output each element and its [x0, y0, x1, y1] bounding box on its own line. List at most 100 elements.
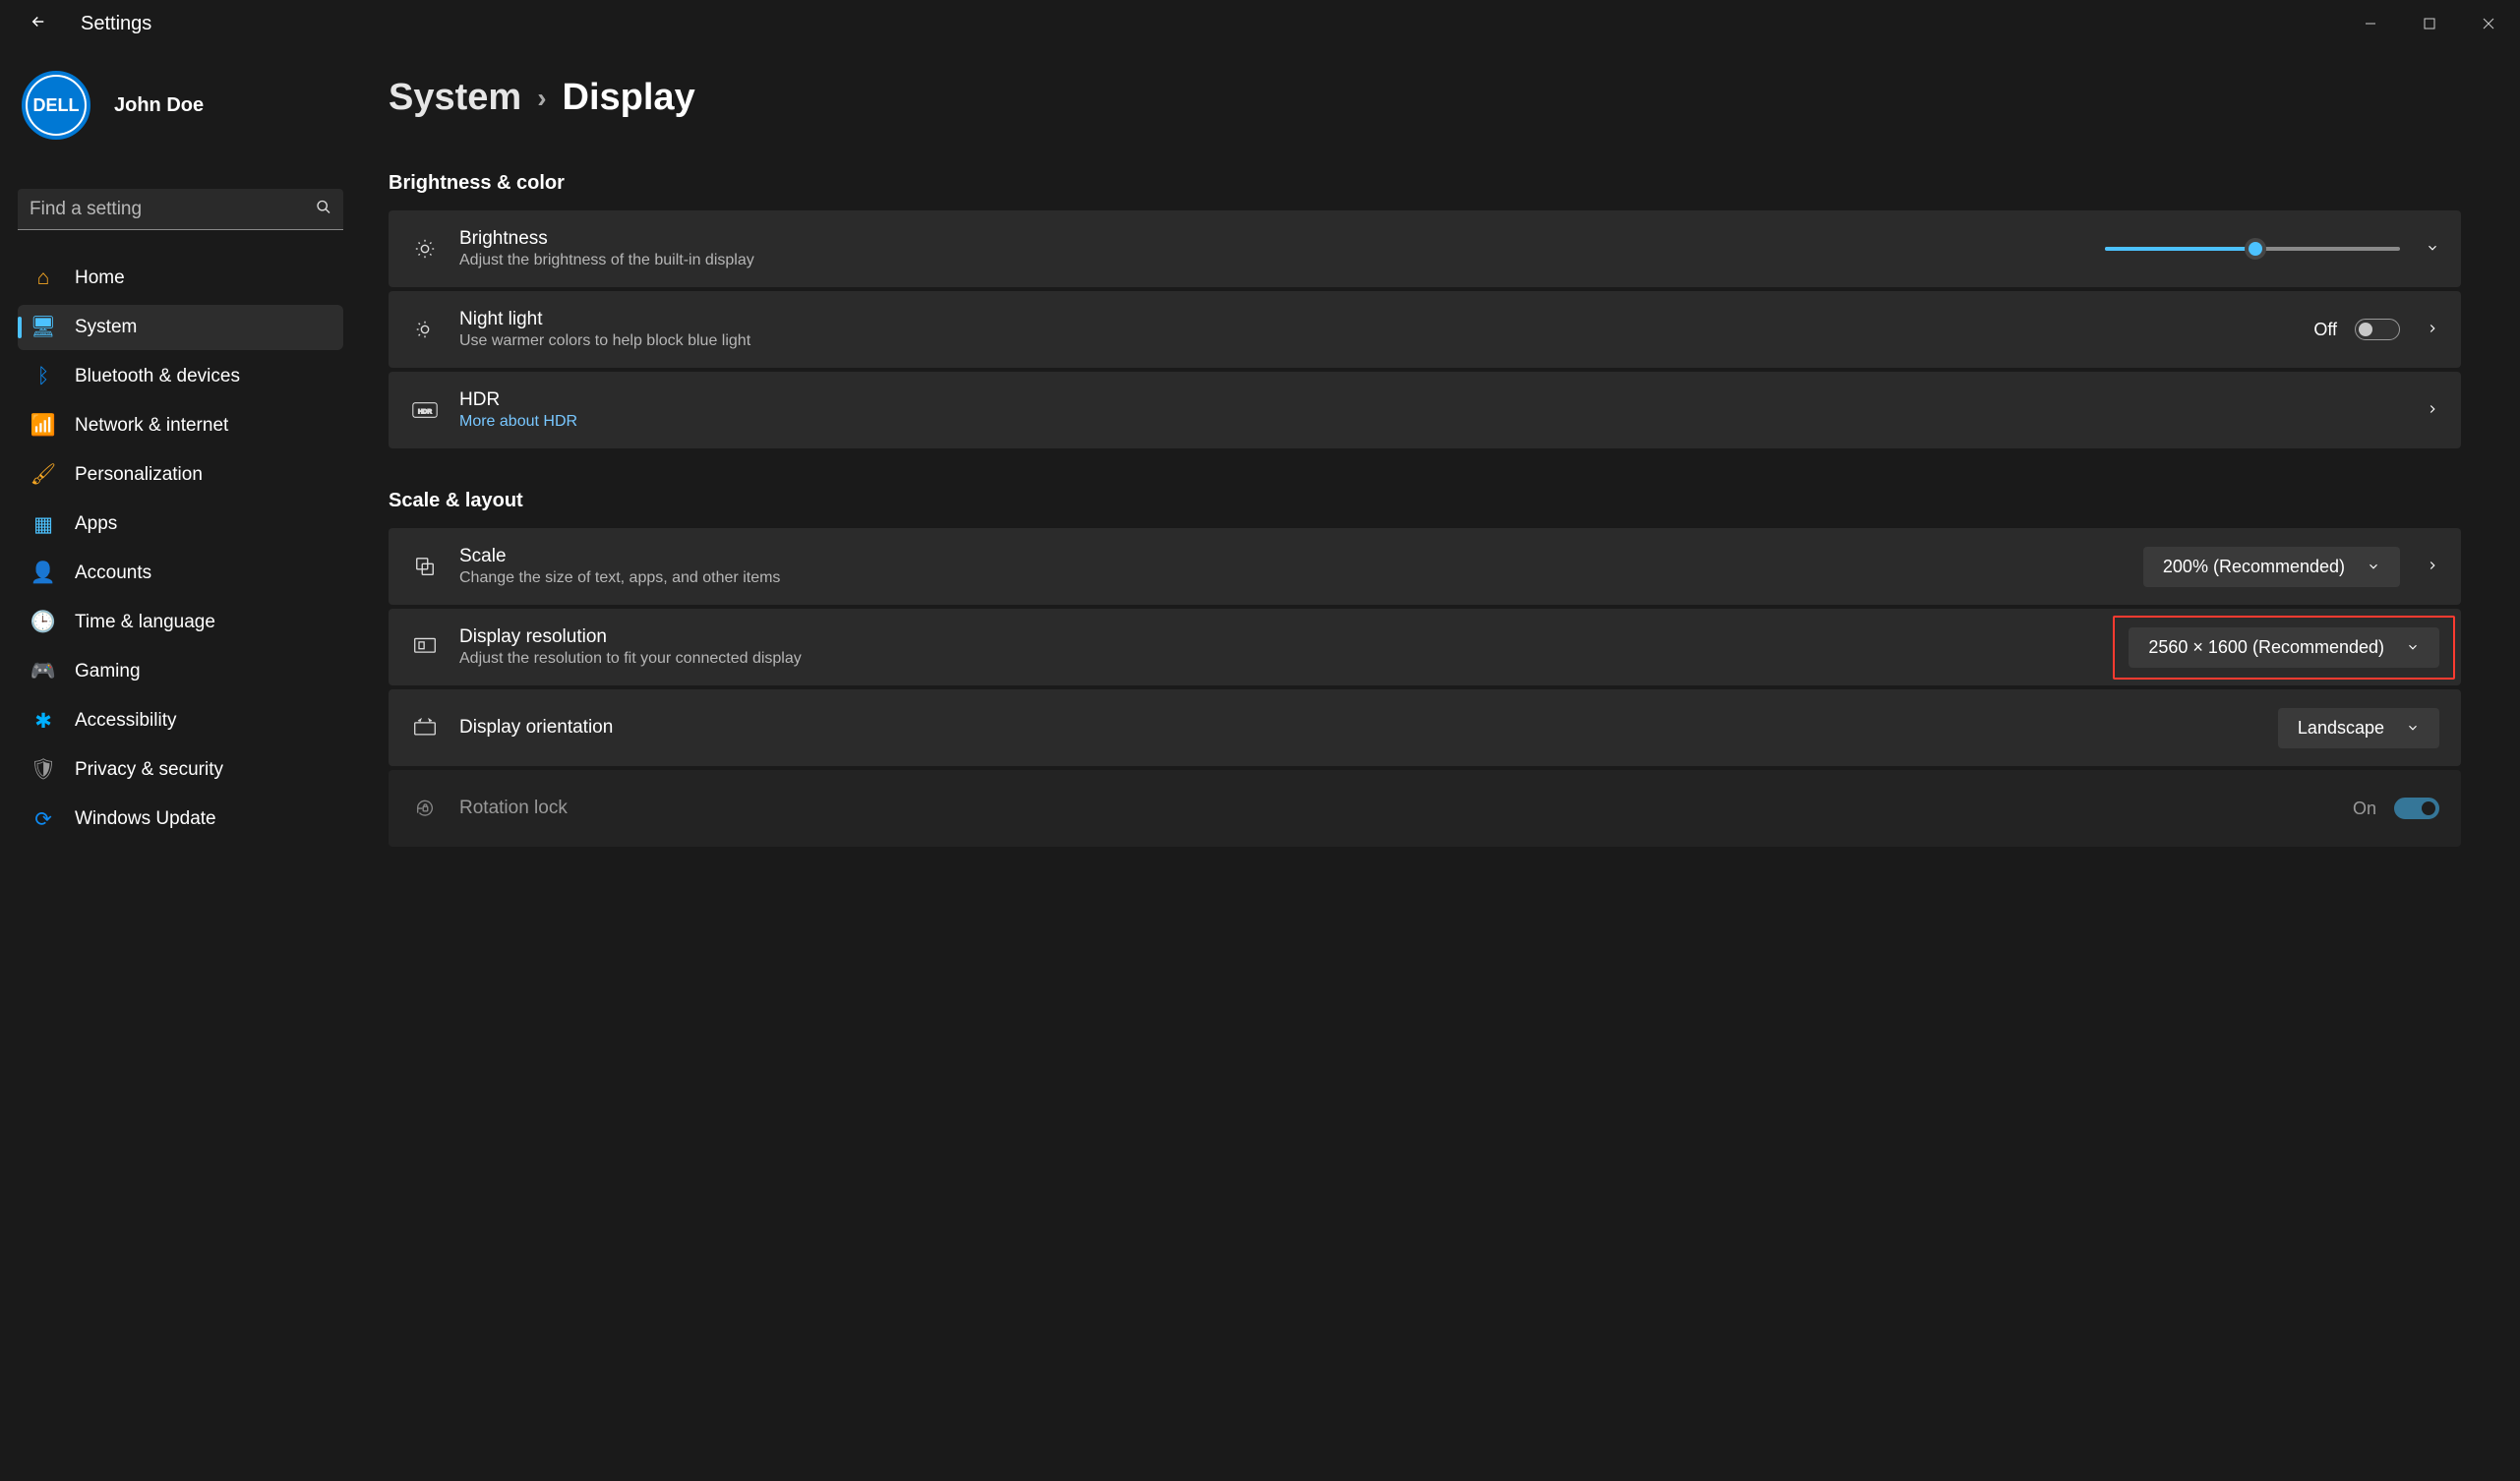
system-icon: 🖥	[31, 316, 55, 339]
brightness-sub: Adjust the brightness of the built-in di…	[459, 252, 2105, 269]
sidebar-item-label: Accessibility	[75, 710, 176, 732]
resolution-card[interactable]: Display resolution Adjust the resolution…	[389, 609, 2461, 685]
night-light-icon	[410, 319, 440, 340]
chevron-down-icon	[2367, 560, 2380, 573]
sidebar-item-label: Bluetooth & devices	[75, 366, 240, 387]
night-light-state: Off	[2313, 320, 2337, 340]
avatar: DELL	[22, 71, 90, 140]
resolution-sub: Adjust the resolution to fit your connec…	[459, 650, 2129, 668]
svg-text:HDR: HDR	[418, 408, 432, 415]
chevron-down-icon	[2406, 721, 2420, 735]
chevron-right-icon[interactable]	[2426, 320, 2439, 340]
sidebar-item-apps[interactable]: ▦ Apps	[18, 502, 343, 547]
avatar-logo: DELL	[28, 77, 85, 134]
sidebar-item-bluetooth[interactable]: ᛒBluetooth & devices	[18, 354, 343, 399]
hdr-title: HDR	[459, 389, 2418, 411]
user-profile[interactable]: DELL John Doe	[18, 59, 343, 153]
arrow-left-icon	[30, 13, 47, 30]
chevron-down-icon[interactable]	[2426, 239, 2439, 260]
night-light-card[interactable]: Night light Use warmer colors to help bl…	[389, 291, 2461, 368]
brightness-title: Brightness	[459, 228, 2105, 250]
sidebar-item-update[interactable]: ⟳ Windows Update	[18, 797, 343, 842]
orientation-icon	[410, 717, 440, 739]
chevron-right-icon: ›	[537, 83, 546, 114]
search-icon	[316, 200, 331, 220]
window-maximize-button[interactable]	[2400, 4, 2459, 43]
brightness-slider[interactable]	[2105, 247, 2400, 251]
sidebar-item-label: Time & language	[75, 612, 215, 633]
scale-sub: Change the size of text, apps, and other…	[459, 569, 2143, 587]
hdr-icon: HDR	[410, 401, 440, 419]
user-name: John Doe	[114, 94, 204, 117]
section-scale-title: Scale & layout	[389, 490, 2461, 512]
search-input[interactable]	[18, 189, 343, 230]
resolution-value: 2560 × 1600 (Recommended)	[2148, 637, 2384, 658]
rotation-lock-title: Rotation lock	[459, 798, 2353, 819]
sidebar-item-privacy[interactable]: 🛡Privacy & security	[18, 747, 343, 793]
apps-icon: ▦	[31, 512, 55, 536]
resolution-dropdown[interactable]: 2560 × 1600 (Recommended)	[2129, 627, 2439, 668]
window-titlebar: Settings	[0, 0, 2520, 47]
back-button[interactable]	[24, 5, 53, 42]
orientation-dropdown[interactable]: Landscape	[2278, 708, 2439, 748]
network-icon: 📶	[31, 414, 55, 438]
hdr-link[interactable]: More about HDR	[459, 413, 2418, 431]
breadcrumb: System › Display	[389, 77, 2461, 119]
night-light-toggle[interactable]	[2355, 319, 2400, 340]
scale-card[interactable]: Scale Change the size of text, apps, and…	[389, 528, 2461, 605]
sidebar-item-label: Personalization	[75, 464, 203, 486]
sidebar-item-label: Gaming	[75, 661, 141, 682]
sidebar-item-personalization[interactable]: 🖌 Personalization	[18, 452, 343, 498]
resolution-title: Display resolution	[459, 626, 2129, 648]
sidebar-item-time[interactable]: 🕒 Time & language	[18, 600, 343, 645]
sidebar-item-label: Home	[75, 267, 125, 289]
orientation-title: Display orientation	[459, 717, 2278, 739]
night-light-sub: Use warmer colors to help block blue lig…	[459, 332, 2313, 350]
sidebar-item-accounts[interactable]: 👤 Accounts	[18, 551, 343, 596]
scale-title: Scale	[459, 546, 2143, 567]
window-close-button[interactable]	[2459, 4, 2518, 43]
orientation-value: Landscape	[2298, 718, 2384, 739]
scale-value: 200% (Recommended)	[2163, 557, 2345, 577]
sidebar-item-accessibility[interactable]: ✱ Accessibility	[18, 698, 343, 743]
sidebar-item-gaming[interactable]: 🎮 Gaming	[18, 649, 343, 694]
accessibility-icon: ✱	[31, 709, 55, 733]
sidebar-item-label: Apps	[75, 513, 117, 535]
scale-icon	[410, 556, 440, 577]
sidebar-item-label: Windows Update	[75, 808, 216, 830]
orientation-card[interactable]: Display orientation Landscape	[389, 689, 2461, 766]
update-icon: ⟳	[31, 807, 55, 831]
home-icon: ⌂	[31, 267, 55, 290]
rotation-lock-icon	[410, 798, 440, 819]
rotation-lock-state: On	[2353, 799, 2376, 819]
chevron-right-icon[interactable]	[2426, 557, 2439, 577]
search-field[interactable]	[18, 189, 343, 230]
sidebar: DELL John Doe ⌂ Home 🖥 System ᛒBluetooth & d…	[0, 47, 359, 1481]
slider-thumb[interactable]	[2245, 238, 2266, 260]
sidebar-item-home[interactable]: ⌂ Home	[18, 256, 343, 301]
chevron-down-icon	[2406, 640, 2420, 654]
window-minimize-button[interactable]	[2341, 4, 2400, 43]
brightness-card[interactable]: Brightness Adjust the brightness of the …	[389, 210, 2461, 287]
scale-dropdown[interactable]: 200% (Recommended)	[2143, 547, 2400, 587]
rotation-lock-toggle	[2394, 798, 2439, 819]
main-content: System › Display Brightness & color Brig…	[359, 47, 2520, 1481]
night-light-title: Night light	[459, 309, 2313, 330]
window-title: Settings	[81, 13, 151, 35]
sidebar-item-label: Accounts	[75, 563, 151, 584]
hdr-card[interactable]: HDR HDR More about HDR	[389, 372, 2461, 448]
privacy-icon: 🛡	[31, 758, 55, 782]
breadcrumb-parent[interactable]: System	[389, 77, 521, 119]
sun-icon	[410, 238, 440, 260]
sidebar-item-label: System	[75, 317, 137, 338]
sidebar-item-label: Network & internet	[75, 415, 228, 437]
rotation-lock-card: Rotation lock On	[389, 770, 2461, 847]
gaming-icon: 🎮	[31, 660, 55, 683]
accounts-icon: 👤	[31, 562, 55, 585]
sidebar-item-system[interactable]: 🖥 System	[18, 305, 343, 350]
personalization-icon: 🖌	[31, 463, 55, 487]
chevron-right-icon[interactable]	[2426, 400, 2439, 421]
sidebar-item-network[interactable]: 📶 Network & internet	[18, 403, 343, 448]
slider-fill	[2105, 247, 2255, 251]
time-icon: 🕒	[31, 611, 55, 634]
